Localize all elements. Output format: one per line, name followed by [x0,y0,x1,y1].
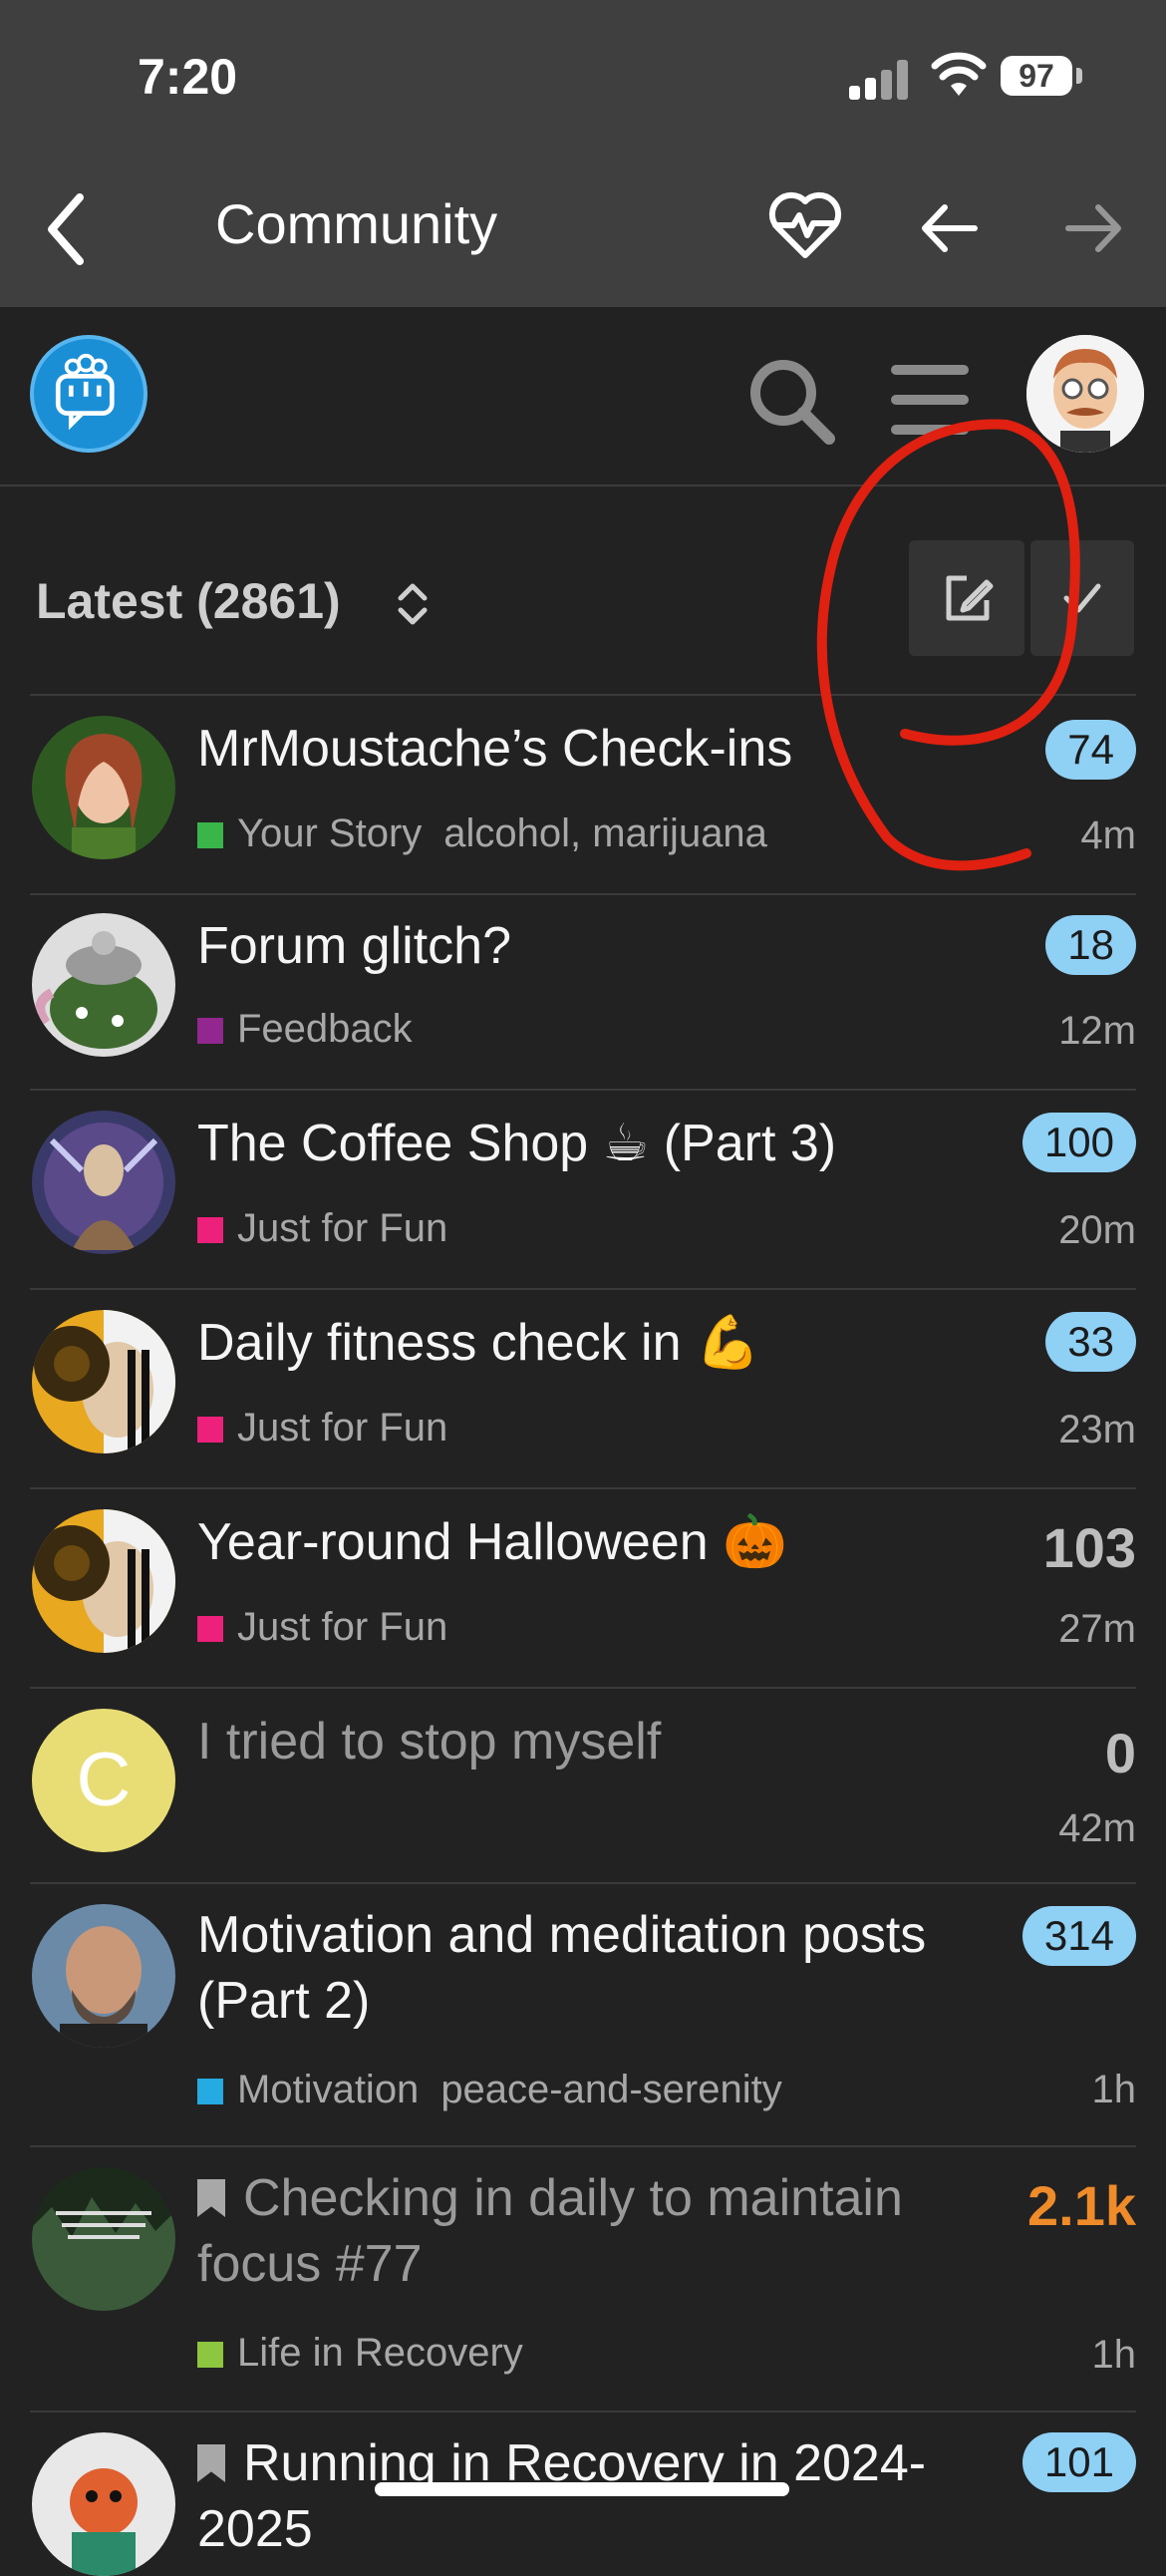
topic-tags[interactable]: alcohol, marijuana [443,811,767,855]
topic-row[interactable]: Motivation and meditation posts (Part 2)… [30,1882,1136,2147]
status-time: 7:20 [138,49,238,105]
topic-title[interactable]: Motivation and meditation posts (Part 2) [197,1902,1015,2034]
topic-age[interactable]: 42m [1058,1806,1136,1851]
topic-title[interactable]: Checking in daily to maintain focus #77 [197,2165,1015,2297]
topic-avatar [32,2167,175,2311]
cellular-signal-icon [849,60,909,100]
unread-count-badge[interactable]: 18 [1045,915,1136,975]
topic-title-text: Checking in daily to maintain focus #77 [197,2169,903,2293]
topic-title[interactable]: I tried to stop myself [197,1709,1015,1774]
unread-count-badge[interactable]: 100 [1021,1113,1136,1172]
topic-avatar [32,2432,175,2576]
site-header [0,307,1166,486]
search-icon[interactable] [745,355,837,447]
category-label: Motivation [237,2068,420,2111]
arrow-left-icon[interactable] [915,193,985,263]
topic-title[interactable]: Daily fitness check in 💪 [197,1310,1015,1376]
topic-title[interactable]: MrMoustache’s Check-ins [197,716,1015,782]
topic-avatar [32,1310,175,1453]
app-nav-bar: Community [0,160,1166,307]
people-chat-icon [55,353,115,431]
topic-category[interactable]: Life in Recovery [197,2331,523,2376]
category-color-square [197,1018,223,1044]
latest-filter-dropdown[interactable]: Latest (2861) [36,572,341,630]
topic-title[interactable]: Year-round Halloween 🎃 [197,1509,1015,1575]
category-label: Just for Fun [237,1206,448,1250]
category-label: Just for Fun [237,1406,448,1449]
battery-tip [1076,68,1082,84]
topic-avatar [32,1904,175,2048]
bookmark-icon [197,2179,225,2217]
nav-title: Community [215,192,498,255]
topic-avatar [32,716,175,859]
arrow-right-icon[interactable] [1058,193,1128,263]
topic-category[interactable]: Just for Fun [197,1605,447,1650]
topic-category[interactable]: Feedback [197,1007,413,1052]
topic-avatar [32,1509,175,1653]
category-color-square [197,1616,223,1642]
topic-row[interactable]: MrMoustache’s Check-ins Your Story alcoho… [30,694,1136,895]
topic-row[interactable]: C I tried to stop myself 0 42m [30,1687,1136,1884]
reply-count[interactable]: 2.1k [1027,2173,1136,2238]
topic-age[interactable]: 27m [1058,1607,1136,1652]
topic-row[interactable]: Forum glitch? Feedback 18 12m [30,891,1136,1091]
topic-row[interactable]: Daily fitness check in 💪 Just for Fun 33… [30,1288,1136,1489]
edit-icon [946,575,994,621]
unread-count-badge[interactable]: 74 [1045,720,1136,780]
topic-avatar [32,913,175,1057]
user-avatar[interactable] [1026,335,1144,453]
topic-row[interactable]: Checking in daily to maintain focus #77 … [30,2145,1136,2413]
topic-filter-bar: Latest (2861) [0,484,1166,694]
chevron-left-icon[interactable] [42,189,92,269]
topic-title[interactable]: Running in Recovery in 2024-2025 [197,2430,1015,2562]
topic-title[interactable]: The Coffee Shop ☕ (Part 3) [197,1111,1015,1176]
topic-age[interactable]: 20m [1058,1208,1136,1253]
home-indicator [375,2482,789,2496]
topic-row[interactable]: Year-round Halloween 🎃 Just for Fun 103 … [30,1487,1136,1689]
unread-count-badge[interactable]: 314 [1021,1906,1136,1966]
topic-row[interactable]: Running in Recovery in 2024-2025 101 [30,2411,1136,2576]
topic-category[interactable]: Just for Fun [197,1206,447,1251]
reply-count[interactable]: 103 [1043,1515,1136,1580]
category-color-square [197,2079,223,2104]
topic-age[interactable]: 23m [1058,1408,1136,1452]
dismiss-new-button[interactable] [1030,540,1134,656]
heart-pulse-icon[interactable] [765,185,845,265]
reply-count[interactable]: 0 [1105,1721,1136,1785]
battery-level: 97 [1001,56,1072,96]
category-color-square [197,2342,223,2368]
topic-age[interactable]: 1h [1092,2068,1137,2112]
bookmark-icon [197,2444,225,2482]
hamburger-menu-icon[interactable] [891,365,969,435]
category-label: Just for Fun [237,1605,448,1649]
status-bar: 7:20 97 [0,0,1166,160]
check-icon [1063,583,1101,613]
topic-age[interactable]: 12m [1058,1009,1136,1054]
topic-title-text: Running in Recovery in 2024-2025 [197,2434,927,2558]
moustache-avatar-image [1026,335,1144,453]
unread-count-badge[interactable]: 101 [1021,2432,1136,2492]
topic-avatar [32,1111,175,1254]
category-color-square [197,1217,223,1243]
category-color-square [197,822,223,848]
category-color-square [197,1417,223,1443]
category-label: Your Story [237,811,423,855]
topic-age[interactable]: 4m [1080,813,1136,858]
letter-avatar: C [32,1709,175,1852]
category-label: Life in Recovery [237,2331,523,2375]
topic-title[interactable]: Forum glitch? [197,913,1015,979]
topic-tags[interactable]: peace-and-serenity [440,2068,781,2111]
new-topic-button[interactable] [909,540,1024,656]
topic-category[interactable]: Motivation peace-and-serenity [197,2068,782,2112]
category-label: Feedback [237,1007,413,1051]
topic-category[interactable]: Your Story alcohol, marijuana [197,811,767,856]
sort-updown-icon[interactable] [393,574,433,634]
topic-age[interactable]: 1h [1092,2333,1137,2378]
wifi-icon [931,52,987,96]
unread-count-badge[interactable]: 33 [1045,1312,1136,1372]
topic-row[interactable]: The Coffee Shop ☕ (Part 3) Just for Fun … [30,1089,1136,1290]
topic-category[interactable]: Just for Fun [197,1406,447,1450]
community-logo[interactable] [30,335,147,453]
